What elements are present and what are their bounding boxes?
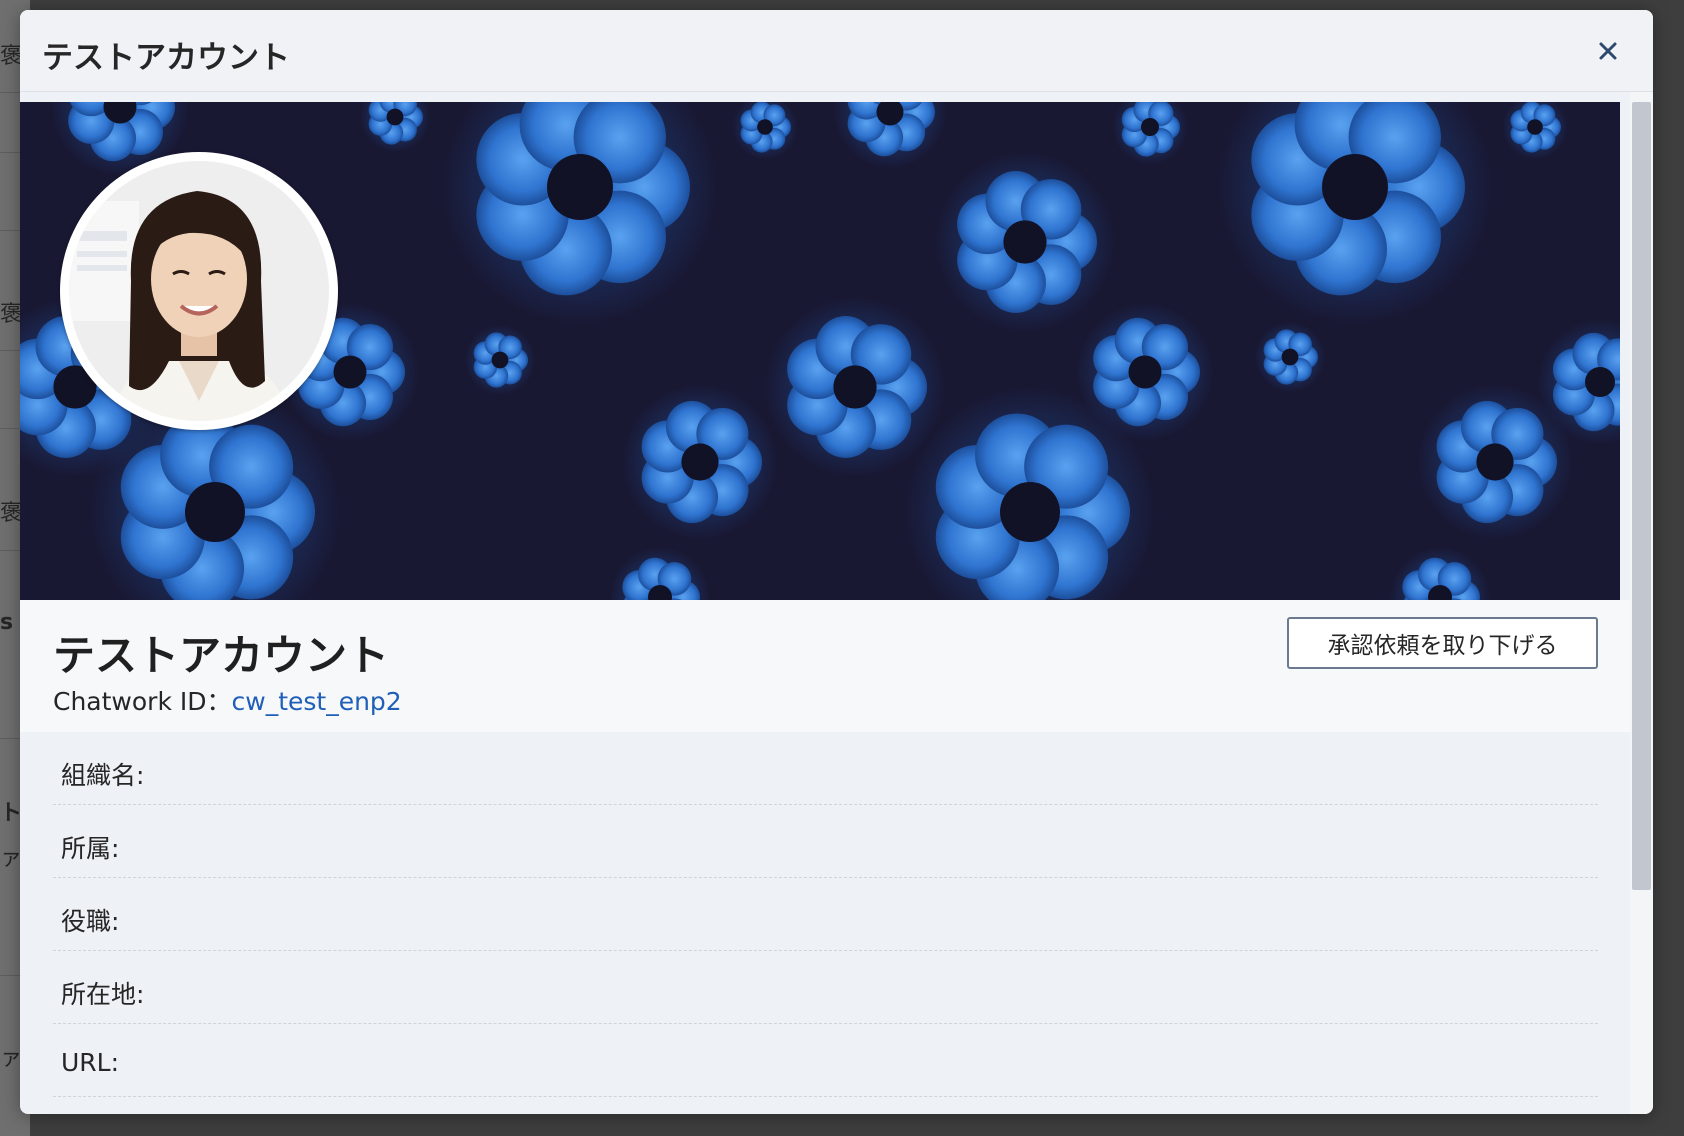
background-text: s [0, 610, 14, 635]
background-text: 褒 [0, 44, 23, 69]
avatar[interactable] [60, 152, 338, 430]
background-text: ァ [0, 1046, 23, 1071]
field-label: URL: [61, 1048, 120, 1077]
close-icon[interactable] [1593, 36, 1623, 66]
chatwork-id-value[interactable]: cw_test_enp2 [232, 687, 402, 716]
profile-modal: テストアカウント テストアカウント Chatwork ID：cw_test_en… [20, 10, 1653, 1114]
field-organization: 組織名: [53, 732, 1598, 805]
field-url: URL: [53, 1024, 1598, 1097]
field-label: 所在地: [61, 980, 145, 1009]
profile-name: テストアカウント [53, 631, 390, 680]
field-location: 所在地: [53, 951, 1598, 1024]
profile-header: テストアカウント Chatwork ID：cw_test_enp2 承認依頼を取… [20, 600, 1630, 732]
cover-image [20, 102, 1620, 600]
scrollbar-thumb[interactable] [1632, 102, 1651, 890]
chatwork-id: Chatwork ID：cw_test_enp2 [53, 682, 402, 718]
background-text: ァ [0, 846, 23, 871]
modal-body: テストアカウント Chatwork ID：cw_test_enp2 承認依頼を取… [20, 92, 1630, 1114]
field-label: 所属: [61, 834, 120, 863]
background-text: ト [0, 801, 23, 826]
field-department: 所属: [53, 805, 1598, 878]
field-position: 役職: [53, 878, 1598, 951]
scrollbar[interactable] [1630, 92, 1653, 1114]
modal-header: テストアカウント [20, 10, 1653, 92]
modal-title: テストアカウント [42, 40, 290, 76]
field-label: 役職: [61, 907, 120, 936]
background-text: 褒 [0, 501, 23, 526]
profile-fields: 組織名: 所属: 役職: 所在地: URL: [53, 732, 1598, 1097]
background-text: 褒 [0, 302, 23, 327]
field-label: 組織名: [61, 761, 145, 790]
profile-photo-icon [69, 161, 329, 421]
withdraw-request-button[interactable]: 承認依頼を取り下げる [1287, 617, 1598, 669]
chatwork-id-label: Chatwork ID： [53, 687, 232, 716]
